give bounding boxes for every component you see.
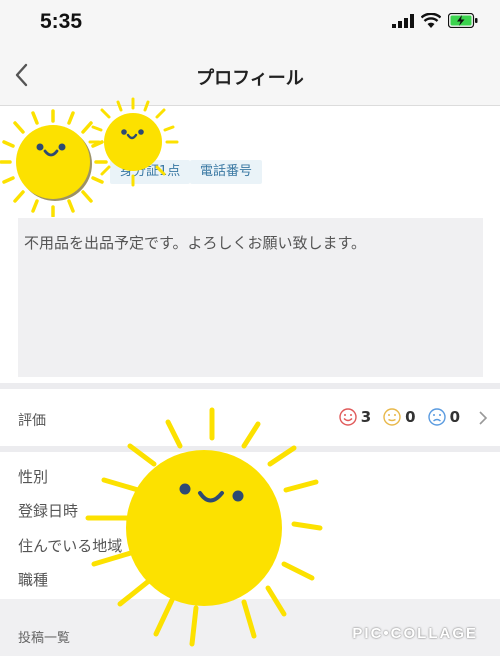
rating-stats: 3 0 0 [338, 408, 468, 426]
rating-good-count: 3 [360, 408, 372, 426]
occupation-label: 職種 [18, 571, 49, 589]
rating-row[interactable]: 評価 3 0 0 [0, 389, 500, 446]
signal-icon [392, 13, 414, 28]
rating-bad-count: 0 [449, 408, 460, 426]
sad-face-icon [427, 408, 446, 426]
rating-label: 評価 [18, 413, 46, 429]
battery-charging-icon [448, 13, 478, 28]
status-icons [392, 13, 478, 28]
rating-normal-count: 0 [405, 408, 416, 426]
smile-face-icon [338, 408, 357, 426]
verification-badge-phone: 電話番号 [190, 160, 263, 184]
status-time: 5:35 [40, 10, 83, 33]
self-introduction-text: 不用品を出品予定です。よろしくお願い致します。 [24, 234, 367, 252]
status-bar: 5:35 [0, 0, 500, 44]
neutral-face-icon [383, 408, 401, 426]
self-introduction-box: 不用品を出品予定です。よろしくお願い致します。 [18, 218, 483, 377]
pic-collage-watermark: PIC•COLLAGE [352, 625, 478, 642]
nav-bar: プロフィール [0, 44, 500, 106]
region-label: 住んでいる地域 [18, 537, 123, 555]
registration-date-label: 登録日時 [18, 502, 79, 520]
wifi-icon [421, 13, 441, 28]
posts-section-title: 投稿一覧 [18, 631, 71, 646]
gender-label: 性別 [18, 468, 49, 486]
profile-info-list: 性別 登録日時 住んでいる地域 職種 [0, 452, 500, 599]
chevron-right-icon [479, 411, 488, 425]
verification-badge-id: 身分証1点 [110, 160, 191, 184]
page-title: プロフィール [196, 68, 304, 89]
